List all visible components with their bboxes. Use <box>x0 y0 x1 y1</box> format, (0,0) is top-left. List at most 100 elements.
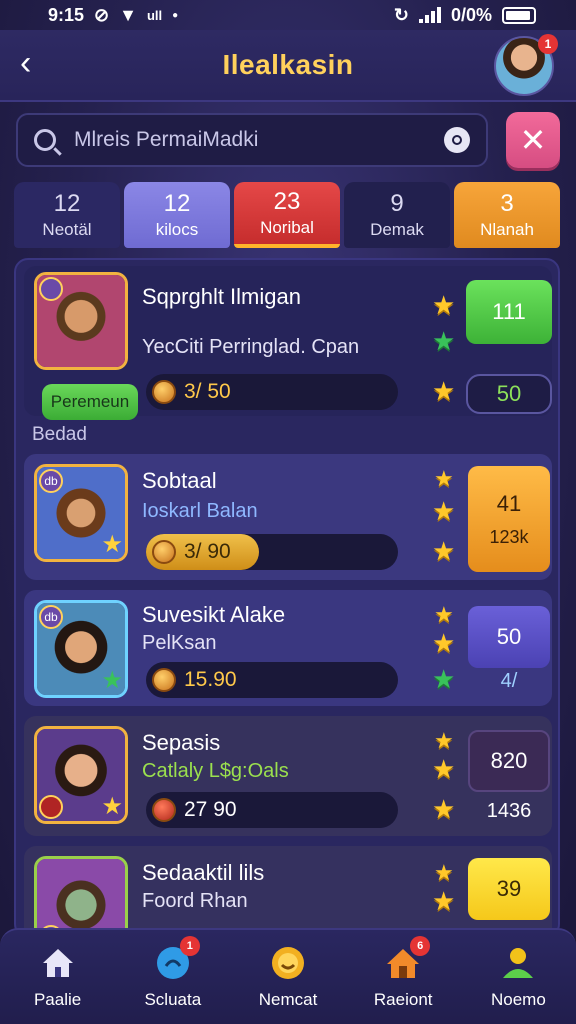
dot-icon: ● <box>172 9 179 21</box>
tab-4[interactable]: 3 Nlanah <box>454 182 560 248</box>
notification-badge: 1 <box>538 34 558 54</box>
game-subtitle: YecCiti Perringlad. Cpan <box>142 336 360 358</box>
score-value: 820 <box>490 748 528 773</box>
game-thumbnail: db ★ <box>34 600 128 698</box>
coin-icon <box>152 540 176 564</box>
chat-icon: 1 <box>154 936 200 982</box>
tag-button[interactable]: Peremeun <box>42 384 138 420</box>
game-thumbnail: db <box>34 856 128 936</box>
game-title: Sepasis <box>142 730 221 755</box>
progress-text: 27 90 <box>184 798 237 821</box>
progress-text: 15.90 <box>184 668 237 691</box>
game-subtitle: Foord Rhan <box>142 890 248 912</box>
nav-item-house[interactable]: 6 Raeiont <box>346 930 461 1024</box>
corner-badge: db <box>39 605 63 629</box>
tab-1[interactable]: 12 kilocs <box>124 182 230 248</box>
star-badge-icon: ★ <box>101 531 123 558</box>
star-icon: ★ <box>432 290 456 320</box>
list-item[interactable]: db ★ Sobtaal Ioskarl Balan 3/ 90 ★ ★ ★ 4… <box>24 454 552 580</box>
alarm-icon: ⊘ <box>94 4 110 25</box>
tag-label: Peremeun <box>50 392 130 411</box>
house-icon: 6 <box>384 936 431 982</box>
back-button[interactable]: ‹ <box>20 46 56 84</box>
tab-2[interactable]: 23 Noribal <box>234 182 340 248</box>
filter-tabs: 12 Neotäl 12 kilocs 23 Noribal 9 Demak 3… <box>14 182 560 248</box>
score-button[interactable]: 41 123k <box>468 466 550 572</box>
coin-icon <box>152 798 176 822</box>
score-button[interactable]: 111 <box>466 280 552 344</box>
score-value-secondary: 4/ <box>500 670 518 692</box>
score-button[interactable]: 39 <box>468 858 550 920</box>
nav-badge: 6 <box>410 936 431 956</box>
tab-3[interactable]: 9 Demak <box>344 182 450 248</box>
nav-label: Raeiont <box>373 990 433 1009</box>
star-badge-icon: ★ <box>101 667 123 694</box>
tab-0[interactable]: 12 Neotäl <box>14 182 120 248</box>
nav-item-profile[interactable]: Noemo <box>461 930 576 1024</box>
signal-icon <box>418 7 441 23</box>
score-value: 39 <box>496 876 522 901</box>
tab-label: Demak <box>370 220 424 239</box>
score-button[interactable]: 820 <box>468 730 550 792</box>
avatar-button[interactable]: 1 <box>494 34 558 96</box>
nav-item-home[interactable]: Paalie <box>0 930 115 1024</box>
close-icon: ✕ <box>519 122 547 158</box>
search-go-icon[interactable] <box>444 127 470 153</box>
game-subtitle: PelKsan <box>142 632 217 654</box>
star-icon: ★ <box>434 860 454 885</box>
progress-text: 3/ 50 <box>184 380 231 403</box>
score-outline: 50 <box>466 374 552 414</box>
star-icon: ★ <box>434 602 454 627</box>
nav-label: Scluata <box>144 990 202 1009</box>
search-input[interactable]: Mlreis PermaiMadki <box>16 113 488 167</box>
nav-badge: 1 <box>179 936 200 956</box>
nav-item-center[interactable]: Nemcat <box>230 930 345 1024</box>
tab-label: Neotäl <box>42 220 92 239</box>
search-icon <box>34 129 56 151</box>
score-value-secondary: 123k <box>489 526 529 547</box>
score-button[interactable]: 50 <box>468 606 550 668</box>
corner-badge <box>39 795 63 819</box>
bottom-nav: Paalie 1 Scluata Nemcat 6 Raeiont Noemo <box>0 928 576 1024</box>
progress-bar: 3/ 50 <box>146 374 398 410</box>
home-icon <box>39 944 77 982</box>
progress-text: 3/ 90 <box>184 540 231 563</box>
star-icon: ★ <box>432 794 456 824</box>
header: ‹ Ilealkasin 1 <box>0 30 576 102</box>
smiley-coin-icon <box>269 944 307 982</box>
list-item[interactable]: db Sedaaktil lils Foord Rhan ★ ★ 39 <box>24 846 552 936</box>
list-item[interactable]: ★ Sepasis Catlaly L$g:Oals 27 90 ★ ★ ★ 8… <box>24 716 552 836</box>
game-title: Sobtaal <box>142 468 217 493</box>
nav-label: Nemcat <box>258 990 318 1009</box>
signal-small-icon: ull <box>146 7 163 23</box>
tab-label: Noribal <box>260 218 314 237</box>
score-value-secondary: 1436 <box>486 800 532 822</box>
list-item[interactable]: db ★ Suvesikt Alake PelKsan 15.90 ★ ★ ★ … <box>24 590 552 706</box>
star-icon: ★ <box>434 728 454 753</box>
coin-icon <box>152 668 176 692</box>
star-icon: ★ <box>432 376 456 406</box>
battery-percent: 0/0% <box>450 4 492 25</box>
star-badge-icon: ★ <box>101 793 123 820</box>
progress-bar: 27 90 <box>146 792 398 828</box>
tab-count: 23 <box>273 188 301 215</box>
list-item[interactable]: Sqprghlt Ilmigan YecCiti Perringlad. Cpa… <box>24 266 552 420</box>
score-value: 50 <box>496 624 522 649</box>
star-icon: ★ <box>432 628 456 658</box>
battery-icon <box>502 6 536 24</box>
game-thumbnail: db ★ <box>34 464 128 562</box>
star-icon: ★ <box>432 326 456 356</box>
star-icon: ★ <box>432 754 456 784</box>
corner-badge: db <box>39 469 63 493</box>
score-value: 41 <box>496 490 522 516</box>
nav-label: Noemo <box>491 990 546 1009</box>
page-title: Ilealkasin <box>222 49 354 80</box>
game-title: Suvesikt Alake <box>142 602 286 627</box>
score-value: 111 <box>492 299 526 324</box>
close-button[interactable]: ✕ <box>506 112 560 168</box>
tab-label: Nlanah <box>480 220 534 239</box>
corner-badge <box>39 277 63 301</box>
star-icon: ★ <box>432 886 456 916</box>
status-time: 9:15 <box>48 4 85 25</box>
nav-item-chat[interactable]: 1 Scluata <box>115 930 230 1024</box>
